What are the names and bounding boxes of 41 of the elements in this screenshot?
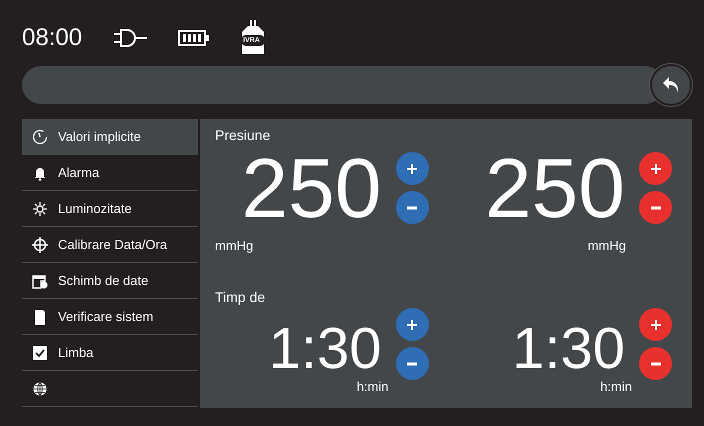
unit-label: h:min — [356, 380, 388, 394]
increase-button[interactable] — [396, 152, 428, 185]
back-button[interactable] — [650, 64, 692, 106]
plus-icon — [405, 318, 419, 332]
section-label: Timp de — [215, 288, 266, 307]
memory-card-icon — [32, 308, 48, 324]
sidebar-item[interactable]: Calibrare Data/Ora — [22, 227, 198, 263]
back-arrow-icon — [662, 76, 680, 94]
pressure-value: 250 — [484, 146, 625, 230]
sidebar-item[interactable]: Verificare sistem — [22, 299, 198, 335]
section-label: Presiune — [215, 126, 272, 145]
increase-button[interactable] — [639, 308, 672, 341]
sun-icon — [32, 200, 48, 216]
crosshair-icon — [32, 236, 48, 252]
gauge-icon — [32, 128, 48, 144]
checkbox-icon — [32, 344, 48, 360]
unit-label: mmHg — [588, 237, 626, 255]
sidebar-item[interactable]: Schimb de date — [22, 263, 198, 299]
sidebar-item[interactable]: Limba — [22, 335, 198, 371]
increase-button[interactable] — [639, 152, 672, 185]
sidebar-item[interactable]: Luminozitate — [22, 191, 198, 227]
increase-button[interactable] — [396, 308, 428, 341]
decrease-button[interactable] — [639, 347, 672, 380]
pressure-value: 250 — [241, 146, 382, 230]
calendar-icon — [32, 272, 48, 288]
time-value: 1:30 — [512, 320, 625, 378]
plug-icon — [112, 27, 148, 49]
decrease-button[interactable] — [639, 191, 672, 224]
globe-icon — [32, 380, 48, 396]
sidebar-item[interactable]: Valori implicite — [22, 119, 198, 155]
battery-icon — [178, 29, 210, 47]
unit-label: mmHg — [215, 237, 254, 255]
clock-time: 08:00 — [22, 23, 82, 53]
decrease-button[interactable] — [396, 347, 428, 380]
plus-icon — [648, 162, 662, 176]
unit-label: h:min — [600, 380, 632, 394]
plus-icon — [405, 162, 419, 176]
decrease-button[interactable] — [396, 191, 428, 224]
plus-icon — [648, 318, 662, 332]
sidebar-item[interactable]: Alarma — [22, 155, 198, 191]
time-value: 1:30 — [268, 320, 382, 378]
